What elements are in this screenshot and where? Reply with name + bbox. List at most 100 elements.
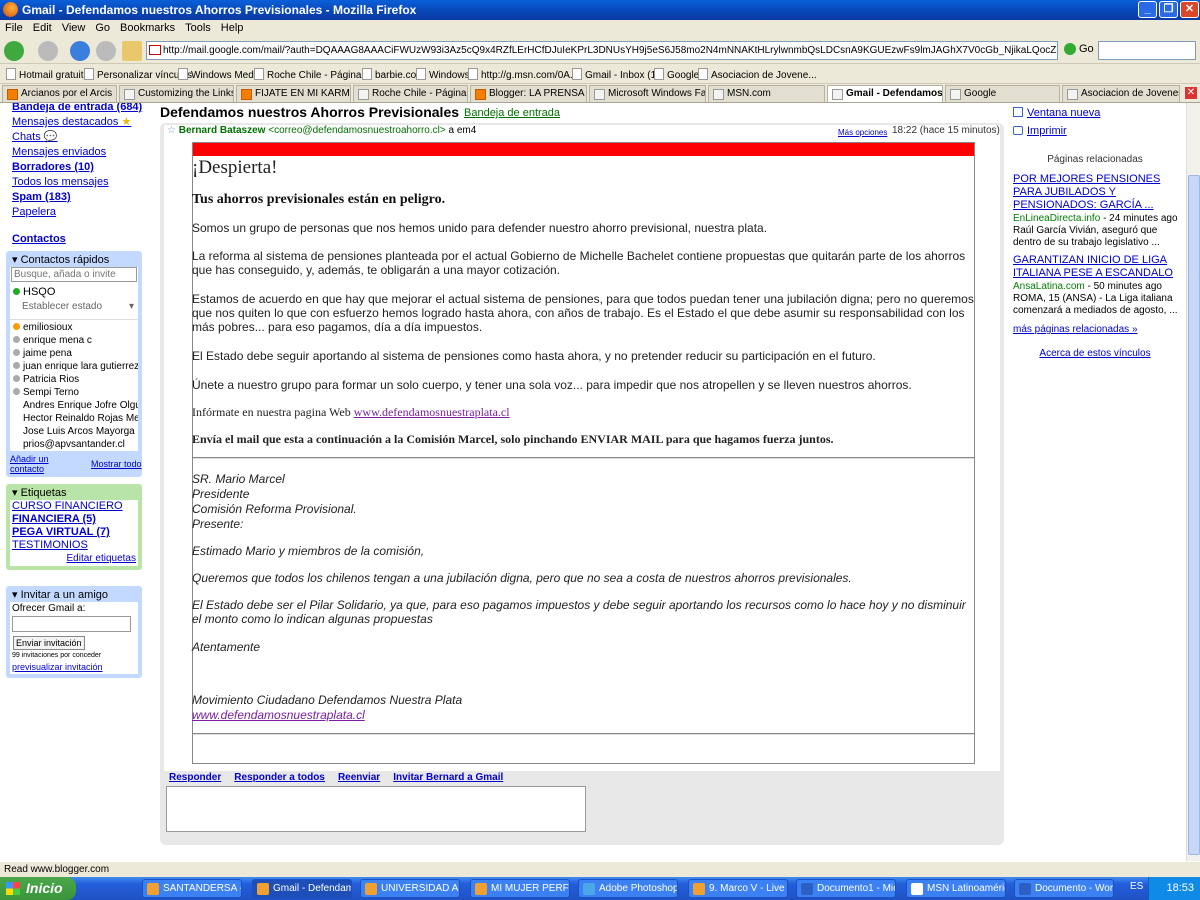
forward-link[interactable]: Reenviar [338, 772, 380, 783]
taskbar-item-active[interactable]: Gmail - Defendam... [252, 879, 352, 898]
nav-spam[interactable]: Spam (183) [12, 190, 152, 205]
home-icon[interactable] [122, 41, 142, 61]
contact-row[interactable]: Sempi Terno [10, 386, 138, 399]
bookmark-item[interactable]: Hotmail gratuito [6, 68, 89, 81]
go-button[interactable]: Go [1064, 43, 1094, 56]
letter-website-link[interactable]: www.defendamosnuestraplata.cl [192, 708, 365, 722]
quick-contacts-header[interactable]: ▾ Contactos rápidos [6, 251, 142, 268]
bookmark-item[interactable]: Gmail - Inbox (1) [572, 68, 659, 81]
maximize-button[interactable]: ❐ [1159, 1, 1178, 18]
tab-item[interactable]: Microsoft Windows Famil... [589, 85, 706, 102]
new-window-link[interactable]: Ventana nueva [1013, 107, 1100, 120]
start-button[interactable]: Inicio [0, 877, 76, 900]
search-input[interactable] [1098, 41, 1196, 60]
add-contact-link[interactable]: Añadir un contacto [10, 454, 49, 474]
inbox-label-chip[interactable]: Bandeja de entrada [464, 107, 560, 119]
nav-contacts[interactable]: Contactos [12, 232, 152, 247]
contact-row[interactable]: Patricia Rios [10, 373, 138, 386]
scrollbar-thumb[interactable] [1188, 175, 1200, 855]
related-item-title[interactable]: POR MEJORES PENSIONES PARA JUBILADOS Y P… [1013, 173, 1179, 212]
menu-help[interactable]: Help [216, 20, 249, 34]
bookmark-item[interactable]: Personalizar vínculos [84, 68, 192, 81]
preview-invite-link[interactable]: previsualizar invitación [12, 662, 103, 672]
website-link[interactable]: www.defendamosnuestraplata.cl [354, 405, 510, 419]
url-input[interactable]: http://mail.google.com/mail/?auth=DQAAAG… [146, 41, 1058, 60]
more-related-link[interactable]: más páginas relacionadas » [1013, 323, 1138, 336]
bookmark-item[interactable]: http://g.msn.com/0A... [468, 68, 578, 81]
labels-header[interactable]: ▾ Etiquetas [6, 484, 142, 501]
quick-reply-input[interactable] [166, 786, 586, 832]
reply-all-link[interactable]: Responder a todos [234, 772, 325, 783]
contact-row[interactable]: juan enrique lara gutierrez [10, 360, 138, 373]
reload-icon[interactable] [70, 41, 90, 61]
tab-item[interactable]: Google [945, 85, 1060, 102]
taskbar-item[interactable]: UNIVERSIDAD AR... [360, 879, 460, 898]
show-all-contacts-link[interactable]: Mostrar todo [91, 459, 142, 469]
print-link[interactable]: Imprimir [1013, 125, 1067, 138]
menu-file[interactable]: File [0, 20, 28, 34]
close-window-button[interactable]: ✕ [1180, 1, 1199, 18]
taskbar-item[interactable]: 9. Marco V - Live a... [688, 879, 788, 898]
tab-item-active[interactable]: Gmail - Defendamos... [827, 85, 943, 102]
menu-bookmarks[interactable]: Bookmarks [115, 20, 180, 34]
star-icon[interactable]: ☆ [167, 125, 176, 136]
contact-row[interactable]: Hector Reinaldo Rojas Meza [10, 412, 138, 425]
stop-icon[interactable] [96, 41, 116, 61]
nav-all-mail[interactable]: Todos los mensajes [12, 175, 152, 190]
edit-labels-link[interactable]: Editar etiquetas [67, 553, 137, 564]
taskbar-item[interactable]: MI MUJER PERFEC... [470, 879, 570, 898]
close-tab-icon[interactable]: ✕ [1185, 87, 1197, 99]
contacts-search-input[interactable] [11, 267, 137, 282]
contact-row[interactable]: enrique mena c [10, 334, 138, 347]
menu-go[interactable]: Go [90, 20, 115, 34]
taskbar-item[interactable]: MSN Latinoamérica... [906, 879, 1006, 898]
taskbar-item[interactable]: Documento1 - Micr... [796, 879, 896, 898]
related-item-title[interactable]: GARANTIZAN INICIO DE LIGA ITALIANA PESE … [1013, 254, 1179, 280]
taskbar-item[interactable]: SANTANDERSA - ... [142, 879, 242, 898]
label-financiera[interactable]: FINANCIERA (5) [12, 513, 138, 526]
tab-item[interactable]: FIJATE EN MI KARMA [236, 85, 351, 102]
bookmark-item[interactable]: barbie.co [362, 68, 416, 81]
tab-item[interactable]: Roche Chile - Página Pri... [353, 85, 468, 102]
reply-link[interactable]: Responder [169, 772, 221, 783]
bookmark-item[interactable]: Roche Chile - Página ... [254, 68, 373, 81]
bookmark-item[interactable]: Google [654, 68, 699, 81]
nav-chats[interactable]: Chats 💬 [12, 130, 152, 145]
bookmark-item[interactable]: Asociacion de Jovene... [698, 68, 817, 81]
tab-item[interactable]: MSN.com [708, 85, 825, 102]
nav-trash[interactable]: Papelera [12, 205, 152, 220]
tab-item[interactable]: Blogger: LA PRENSA :: ... [470, 85, 587, 102]
about-links-link[interactable]: Acerca de estos vínculos [1013, 347, 1177, 360]
tab-item[interactable]: Asociacion de Jovenes p... [1062, 85, 1180, 102]
more-options-link[interactable]: Más opciones [838, 128, 887, 137]
set-status-dropdown[interactable]: Establecer estado ▾ [22, 300, 134, 313]
minimize-button[interactable]: _ [1138, 1, 1157, 18]
nav-drafts[interactable]: Borradores (10) [12, 160, 152, 175]
language-indicator[interactable]: ES [1130, 881, 1143, 892]
label-curso-financiero[interactable]: CURSO FINANCIERO [12, 500, 138, 513]
invite-email-input[interactable] [12, 616, 131, 632]
invite-header[interactable]: ▾ Invitar a un amigo [6, 586, 142, 603]
menu-tools[interactable]: Tools [180, 20, 216, 34]
menu-edit[interactable]: Edit [28, 20, 57, 34]
bookmark-item[interactable]: Windows Media [178, 68, 262, 81]
taskbar-item[interactable]: Documento - Word... [1014, 879, 1114, 898]
nav-starred[interactable]: Mensajes destacados ★ [12, 115, 152, 130]
nav-inbox[interactable]: Bandeja de entrada (684) [12, 103, 152, 115]
contact-row[interactable]: Jose Luis Arcos Mayorga [10, 425, 138, 438]
label-testimonios[interactable]: TESTIMONIOS [12, 539, 138, 552]
nav-sent[interactable]: Mensajes enviados [12, 145, 152, 160]
page-scrollbar[interactable] [1186, 103, 1200, 861]
menu-view[interactable]: View [57, 20, 91, 34]
tab-item[interactable]: Customizing the Links Bar [119, 85, 234, 102]
taskbar-item[interactable]: Adobe Photoshop [578, 879, 678, 898]
contact-row[interactable]: prios@apvsantander.cl [10, 438, 138, 451]
contact-row[interactable]: Andres Enrique Jofre Olguin [10, 399, 138, 412]
contact-row[interactable]: emiliosioux [10, 321, 138, 334]
invite-sender-link[interactable]: Invitar Bernard a Gmail [393, 772, 503, 783]
bookmark-item[interactable]: Windows [416, 68, 470, 81]
back-icon[interactable] [4, 41, 24, 61]
forward-icon[interactable] [38, 41, 58, 61]
contact-row[interactable]: jaime pena [10, 347, 138, 360]
tab-item[interactable]: Arcianos por el Arcis [2, 85, 117, 102]
